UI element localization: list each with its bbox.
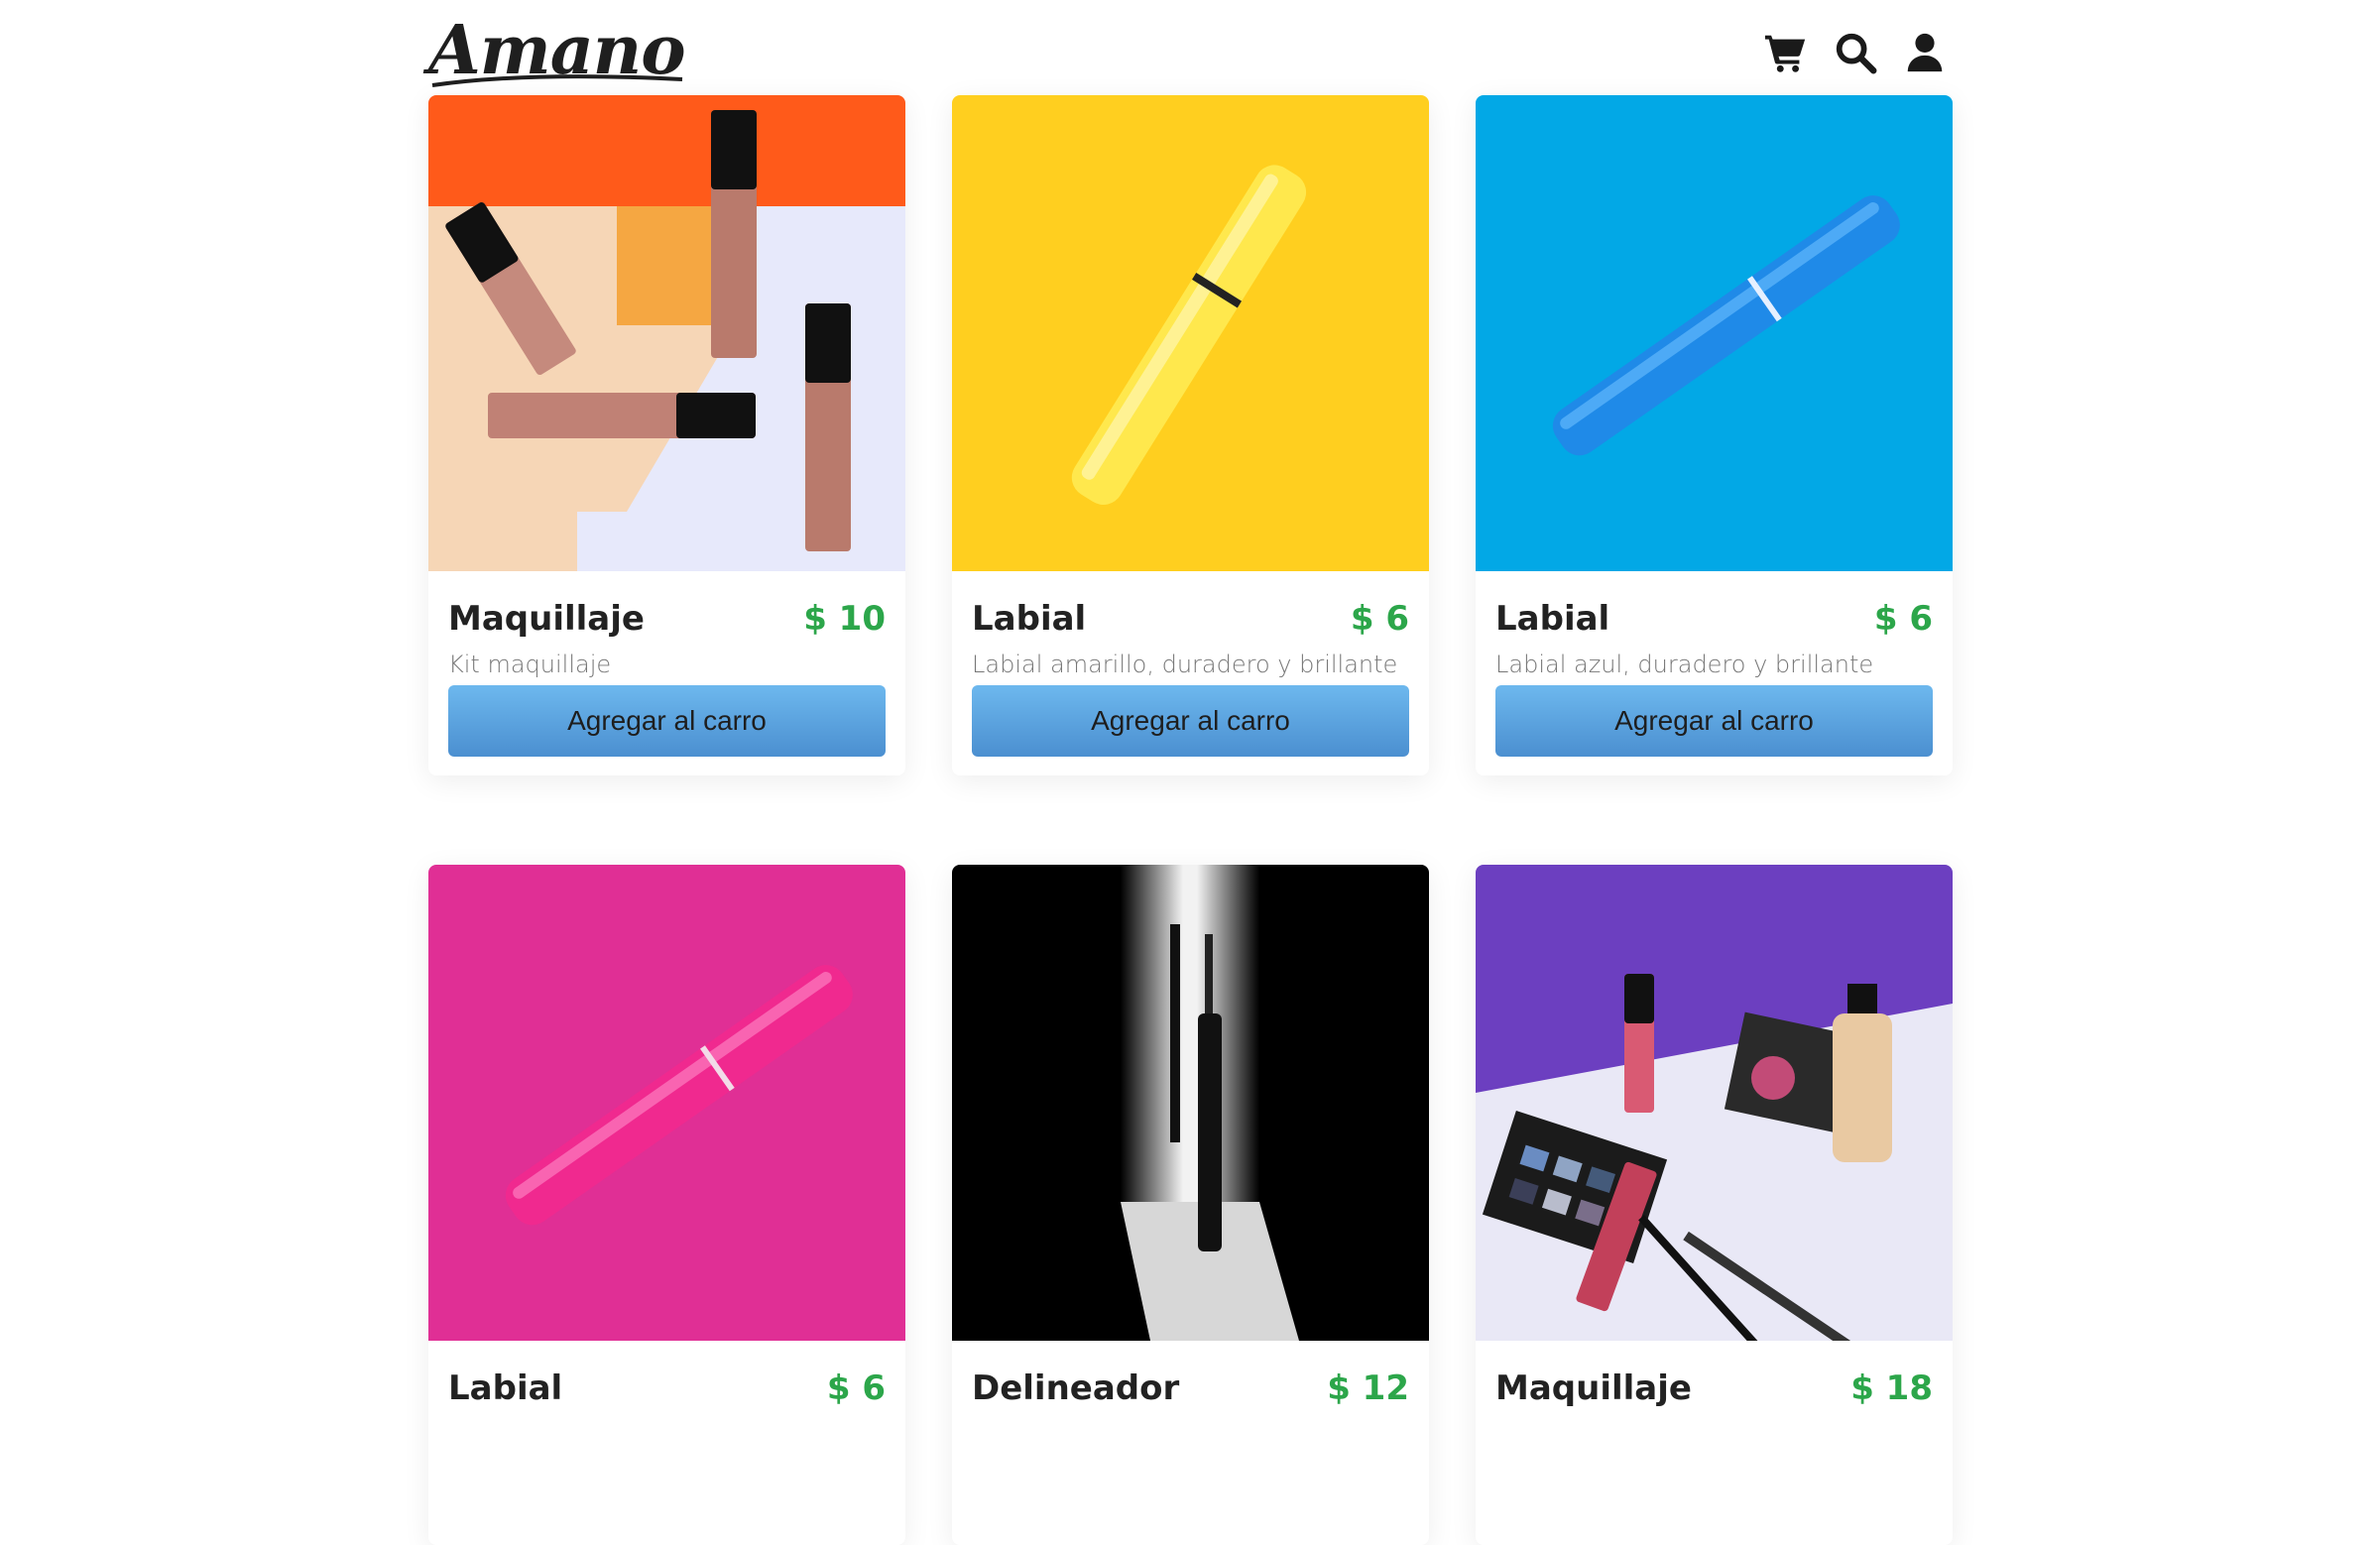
user-icon[interactable] (1902, 30, 1948, 75)
product-title: Maquillaje (1495, 1368, 1692, 1408)
product-price: $ 18 (1850, 1368, 1933, 1408)
product-image[interactable] (952, 95, 1429, 571)
product-image[interactable] (952, 865, 1429, 1341)
product-price: $ 6 (826, 1368, 886, 1408)
product-card: Labial $ 6 Labial amarillo, duradero y b… (952, 95, 1429, 775)
logo-underline (431, 74, 683, 87)
cart-icon[interactable] (1763, 30, 1809, 75)
product-description: Labial azul, duradero y brillante (1495, 651, 1874, 678)
search-icon[interactable] (1833, 30, 1878, 75)
product-title: Maquillaje (448, 599, 645, 639)
product-price: $ 6 (1350, 599, 1409, 639)
product-card: Delineador $ 12 (952, 865, 1429, 1545)
add-to-cart-button[interactable]: Agregar al carro (1495, 685, 1933, 757)
product-title: Labial (448, 1368, 563, 1408)
product-card: Maquillaje $ 10 Kit maquillaje Agregar a… (428, 95, 905, 775)
product-title: Labial (972, 599, 1087, 639)
product-image[interactable] (428, 865, 905, 1341)
product-description: Labial amarillo, duradero y brillante (972, 651, 1398, 678)
add-to-cart-button[interactable]: Agregar al carro (972, 685, 1409, 757)
product-price: $ 10 (803, 599, 886, 639)
product-title: Labial (1495, 599, 1610, 639)
product-image[interactable] (1476, 95, 1953, 571)
product-card: Maquillaje $ 18 (1476, 865, 1953, 1545)
product-description: Kit maquillaje (448, 651, 612, 678)
product-price: $ 12 (1327, 1368, 1409, 1408)
product-image[interactable] (428, 95, 905, 571)
product-image[interactable] (1476, 865, 1953, 1341)
product-price: $ 6 (1873, 599, 1933, 639)
product-card: Labial $ 6 Labial azul, duradero y brill… (1476, 95, 1953, 775)
site-header: Amano (0, 0, 2380, 95)
product-card: Labial $ 6 (428, 865, 905, 1545)
product-title: Delineador (972, 1368, 1180, 1408)
add-to-cart-button[interactable]: Agregar al carro (448, 685, 886, 757)
